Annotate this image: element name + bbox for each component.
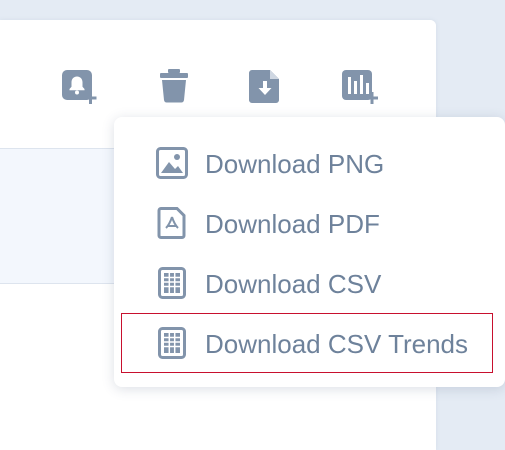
pdf-icon bbox=[156, 207, 188, 239]
menu-item-label: Download PNG bbox=[205, 149, 385, 179]
image-icon bbox=[156, 147, 188, 179]
download-png-item[interactable]: Download PNG bbox=[121, 133, 493, 193]
download-pdf-item[interactable]: Download PDF bbox=[121, 193, 493, 253]
add-chart-icon[interactable] bbox=[340, 68, 380, 108]
csv-trends-icon bbox=[156, 327, 188, 359]
download-file-icon[interactable] bbox=[246, 68, 286, 108]
csv-icon bbox=[156, 267, 188, 299]
download-csv-trends-item[interactable]: Download CSV Trends bbox=[121, 313, 493, 373]
menu-item-label: Download PDF bbox=[205, 209, 380, 239]
menu-item-label: Download CSV Trends bbox=[205, 329, 469, 359]
menu-item-label: Download CSV bbox=[205, 269, 382, 299]
download-menu: Download PNG Download PDF Download CSV D… bbox=[114, 117, 505, 387]
trash-icon[interactable] bbox=[154, 68, 194, 108]
download-csv-item[interactable]: Download CSV bbox=[121, 253, 493, 313]
add-alert-icon[interactable] bbox=[60, 68, 100, 108]
